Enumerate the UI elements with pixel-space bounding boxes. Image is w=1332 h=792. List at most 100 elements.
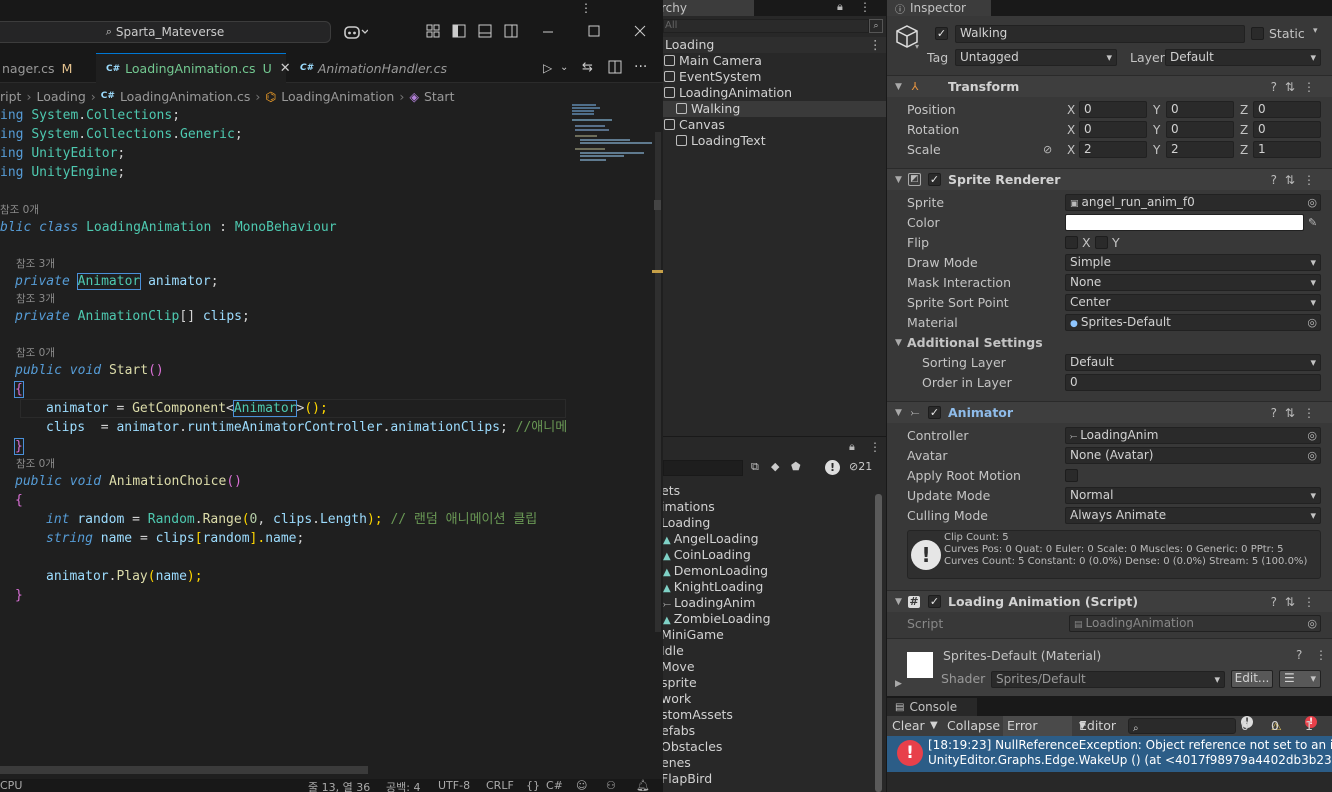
additional-settings-foldout[interactable]: ▼ Additional Settings — [887, 333, 1332, 353]
codelens-references[interactable]: 참조 0개 — [16, 346, 55, 360]
project-item[interactable]: ▲ KnightLoading — [663, 579, 763, 595]
code-editor[interactable]: ing System.Collections; ing System.Colle… — [0, 106, 650, 766]
more-icon[interactable]: ⋮ — [1315, 648, 1327, 662]
collapse-arrow-icon[interactable]: ▼ — [895, 333, 902, 353]
sprite-sort-point-dropdown[interactable]: Center — [1065, 294, 1321, 311]
lock-icon[interactable]: 🔒︎ — [849, 440, 855, 454]
more-actions-icon[interactable]: ··· — [634, 59, 647, 75]
tab-animation-handler[interactable]: C# AnimationHandler.cs — [290, 53, 450, 83]
more-icon[interactable]: ⋮ — [859, 0, 871, 14]
project-item[interactable]: sprite — [663, 675, 697, 691]
chevron-down-icon[interactable]: ⌄ — [560, 60, 568, 76]
more-icon[interactable]: ⋮ — [869, 37, 882, 53]
search-scene-icon[interactable]: ⌕ — [869, 19, 883, 33]
project-item[interactable]: efabs — [663, 723, 695, 739]
component-enabled-checkbox[interactable]: ✓ — [928, 173, 941, 186]
edit-shader-button[interactable]: Edit... — [1231, 670, 1273, 688]
scale-z-field[interactable]: 1 — [1253, 141, 1321, 158]
minimize-icon[interactable] — [542, 24, 554, 42]
apply-root-motion-checkbox[interactable] — [1065, 469, 1078, 482]
compare-changes-icon[interactable]: ⇆ — [582, 60, 593, 76]
tab-nager-cs[interactable]: nager.cs M — [0, 53, 86, 83]
help-icon[interactable]: ? — [1296, 648, 1302, 662]
loading-animation-script-header[interactable]: ▼ # ✓ Loading Animation (Script) ?⇅⋮ — [887, 590, 1332, 612]
command-center-search[interactable]: ⌕ Sparta_Mateverse — [0, 21, 331, 43]
mask-interaction-dropdown[interactable]: None — [1065, 274, 1321, 291]
hierarchy-item[interactable]: Main Camera — [663, 53, 886, 69]
breadcrumb-item[interactable]: Start — [424, 89, 455, 104]
console-search-input[interactable]: ⌕ — [1128, 718, 1236, 734]
project-item[interactable]: ▲ DemonLoading — [663, 563, 768, 579]
editor-horizontal-scrollbar[interactable] — [0, 766, 368, 774]
dropdown-icon[interactable]: ▾ — [915, 42, 919, 51]
scale-x-field[interactable]: 2 — [1079, 141, 1147, 158]
collapse-arrow-icon[interactable]: ▼ — [895, 76, 902, 98]
error-pause-button[interactable]: Error Pause — [1003, 716, 1072, 753]
breadcrumb-item[interactable]: LoadingAnimation.cs — [120, 89, 250, 104]
hierarchy-item[interactable]: EventSystem — [663, 69, 886, 85]
warning-filter-icon[interactable]: ! — [825, 460, 840, 475]
project-item[interactable]: ets — [663, 483, 680, 499]
component-tools[interactable]: ?⇅⋮ — [1271, 76, 1323, 98]
sprite-field[interactable]: ▣ angel_run_anim_f0 — [1065, 194, 1321, 211]
project-item[interactable]: enes — [663, 755, 691, 771]
scene-row[interactable]: Loading ⋮ — [663, 37, 886, 53]
shader-options-button[interactable]: ☰ — [1279, 670, 1321, 688]
console-log-entry[interactable]: ! [18:19:23] NullReferenceException: Obj… — [887, 736, 1332, 772]
project-item[interactable]: Obstacles — [663, 739, 722, 755]
culling-mode-dropdown[interactable]: Always Animate — [1065, 507, 1321, 524]
project-item[interactable]: Loading — [663, 515, 710, 531]
more-icon[interactable]: ⋮ — [869, 440, 881, 454]
copilot-icon[interactable] — [344, 24, 369, 44]
split-editor-icon[interactable] — [608, 60, 622, 78]
component-tools[interactable]: ?⇅⋮ — [1271, 402, 1323, 424]
hierarchy-item[interactable]: Walking — [663, 101, 886, 117]
project-item[interactable]: stomAssets — [663, 707, 733, 723]
component-tools[interactable]: ?⇅⋮ — [1271, 591, 1323, 613]
active-checkbox[interactable]: ✓ — [935, 27, 948, 40]
scale-y-field[interactable]: 2 — [1166, 141, 1234, 158]
project-item[interactable]: Idle — [663, 643, 684, 659]
maximize-icon[interactable] — [588, 24, 600, 42]
project-search-input[interactable] — [663, 460, 743, 476]
editor-vertical-scrollbar[interactable] — [652, 106, 663, 766]
hierarchy-search-input[interactable]: All — [663, 19, 869, 33]
project-scrollbar[interactable] — [875, 494, 882, 792]
accounts-icon[interactable]: ⚇ — [606, 779, 616, 792]
codelens-references[interactable]: 참조 0개 — [0, 203, 39, 217]
flip-x-checkbox[interactable] — [1065, 236, 1078, 249]
tab-loading-animation[interactable]: C# LoadingAnimation.cs U ✕ — [96, 53, 291, 83]
tab-inspector[interactable]: ⓘ Inspector — [887, 0, 991, 16]
hidden-packages-toggle[interactable]: ⊘21 — [849, 460, 872, 473]
project-item[interactable]: ▲ AngelLoading — [663, 531, 759, 547]
object-name-field[interactable]: Walking — [955, 25, 1245, 43]
status-encoding[interactable]: UTF-8 — [438, 779, 470, 792]
braces-icon[interactable]: {} — [526, 779, 540, 792]
component-enabled-checkbox[interactable]: ✓ — [928, 406, 941, 419]
position-z-field[interactable]: 0 — [1253, 101, 1321, 118]
hierarchy-item[interactable]: LoadingText — [663, 133, 886, 149]
project-item[interactable]: FlapBird — [663, 771, 712, 787]
position-x-field[interactable]: 0 — [1079, 101, 1147, 118]
project-item[interactable]: ⤚ LoadingAnim — [663, 595, 755, 611]
status-eol[interactable]: CRLF — [486, 779, 514, 792]
dropdown-icon[interactable]: ▾ — [1313, 26, 1318, 36]
codelens-references[interactable]: 참조 0개 — [16, 457, 55, 471]
project-item[interactable]: ▲ ZombieLoading — [663, 611, 771, 627]
color-field[interactable] — [1065, 214, 1304, 231]
more-icon[interactable]: ⋮ — [580, 0, 592, 16]
clear-button[interactable]: Clear — [892, 716, 925, 736]
clear-options-dropdown[interactable]: ▼ — [930, 716, 938, 736]
sorting-layer-dropdown[interactable]: Default — [1065, 354, 1321, 371]
rotation-z-field[interactable]: 0 — [1253, 121, 1321, 138]
draw-mode-dropdown[interactable]: Simple — [1065, 254, 1321, 271]
project-item[interactable]: imations — [663, 499, 715, 515]
collapse-arrow-icon[interactable]: ▼ — [895, 402, 902, 424]
material-field[interactable]: ● Sprites-Default — [1065, 314, 1321, 331]
eyedropper-icon[interactable]: ✎ — [1308, 213, 1317, 233]
lock-icon[interactable]: 🔒︎ — [837, 0, 843, 14]
status-language[interactable]: C# — [546, 779, 563, 792]
animator-component-header[interactable]: ▼ ⤚ ✓ Animator ?⇅⋮ — [887, 401, 1332, 423]
rotation-x-field[interactable]: 0 — [1079, 121, 1147, 138]
codelens-references[interactable]: 참조 3개 — [16, 257, 55, 271]
